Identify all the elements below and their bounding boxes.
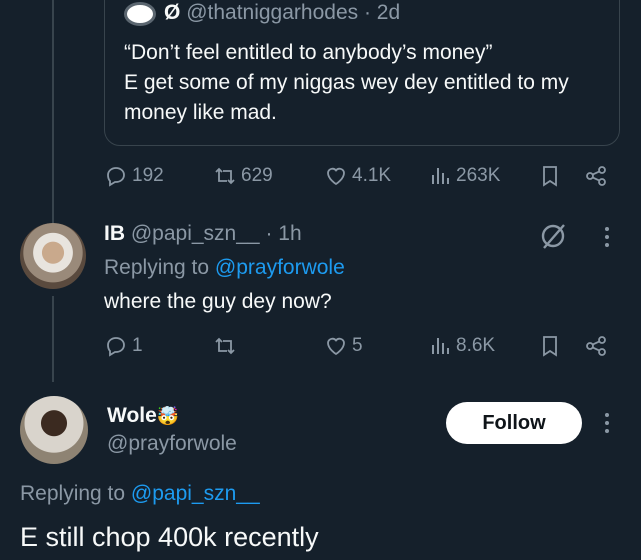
like-button[interactable]: 5	[324, 334, 363, 358]
main-tweet-text: E still chop 400k recently	[20, 522, 319, 552]
views-button[interactable]: 263K	[428, 164, 500, 188]
retweet-icon	[215, 337, 235, 355]
share-button[interactable]	[584, 334, 608, 358]
bookmark-button[interactable]	[538, 164, 562, 188]
views-count: 263K	[456, 165, 501, 186]
reply-count: 192	[132, 165, 164, 186]
like-count: 4.1K	[352, 165, 392, 186]
main-author-name-row: Wole🤯	[107, 404, 179, 428]
reply-text: where the guy dey now?	[104, 290, 332, 313]
share-icon	[586, 336, 606, 356]
more-options-icon[interactable]	[600, 410, 614, 436]
views-icon	[432, 168, 449, 184]
grok-icon[interactable]	[538, 222, 568, 250]
quoted-tweet-time[interactable]: · 2d	[364, 1, 400, 24]
retweet-button[interactable]: 629	[213, 164, 273, 188]
reply-icon	[107, 337, 125, 357]
quoted-author-avatar[interactable]	[124, 2, 156, 26]
share-button[interactable]	[584, 164, 608, 188]
quoted-tweet-line: “Don’t feel entitled to anybody’s money”	[124, 41, 493, 64]
bookmark-icon	[543, 336, 557, 357]
quoted-tweet-line: E get some of my niggas wey dey entitled…	[124, 71, 569, 94]
share-icon	[586, 166, 606, 186]
quoted-tweet-line: money like mad.	[124, 101, 277, 124]
views-button[interactable]: 8.6K	[428, 334, 495, 358]
quoted-author-handle[interactable]: @thatniggarhodes	[186, 1, 358, 24]
main-author-avatar[interactable]	[20, 396, 88, 464]
quoted-author-name[interactable]: Ø	[164, 1, 180, 24]
thread-connector	[52, 0, 54, 223]
main-replying-to: Replying to @papi_szn__	[20, 482, 260, 506]
quoted-tweet-header: Ø @thatniggarhodes · 2d	[164, 1, 400, 25]
retweet-count: 629	[241, 165, 273, 186]
exploding-head-emoji: 🤯	[156, 406, 180, 426]
main-author-name[interactable]: Wole	[107, 404, 157, 427]
replying-to-label: Replying to	[104, 256, 210, 279]
like-button[interactable]: 4.1K	[324, 164, 391, 188]
reply-replying-to: Replying to @prayforwole	[104, 256, 345, 280]
heart-icon	[327, 337, 345, 356]
reply-header: IB @papi_szn__ · 1h	[104, 222, 302, 246]
reply-button[interactable]: 192	[104, 164, 164, 188]
reply-author-handle[interactable]: @papi_szn__	[131, 222, 260, 245]
views-icon	[432, 338, 449, 354]
bookmark-icon	[543, 166, 557, 187]
reply-count: 1	[132, 335, 143, 356]
like-count: 5	[352, 335, 363, 356]
quoted-tweet-text: “Don’t feel entitled to anybody’s money”…	[124, 38, 614, 128]
bookmark-button[interactable]	[538, 334, 562, 358]
replying-to-link[interactable]: @papi_szn__	[131, 482, 260, 505]
reply-icon	[107, 167, 125, 187]
reply-time[interactable]: · 1h	[265, 222, 301, 245]
reply-button[interactable]: 1	[104, 334, 143, 358]
heart-icon	[327, 167, 345, 186]
views-count: 8.6K	[456, 335, 496, 356]
replying-to-link[interactable]: @prayforwole	[215, 256, 345, 279]
retweet-icon	[215, 167, 235, 185]
reply-author-name[interactable]: IB	[104, 222, 125, 245]
reply-author-avatar[interactable]	[20, 223, 86, 289]
replying-to-label: Replying to	[20, 482, 126, 505]
main-author-handle[interactable]: @prayforwole	[107, 432, 237, 456]
retweet-button[interactable]	[213, 334, 241, 358]
follow-button[interactable]: Follow	[446, 402, 582, 444]
thread-connector	[52, 296, 54, 382]
more-options-icon[interactable]	[600, 224, 614, 250]
